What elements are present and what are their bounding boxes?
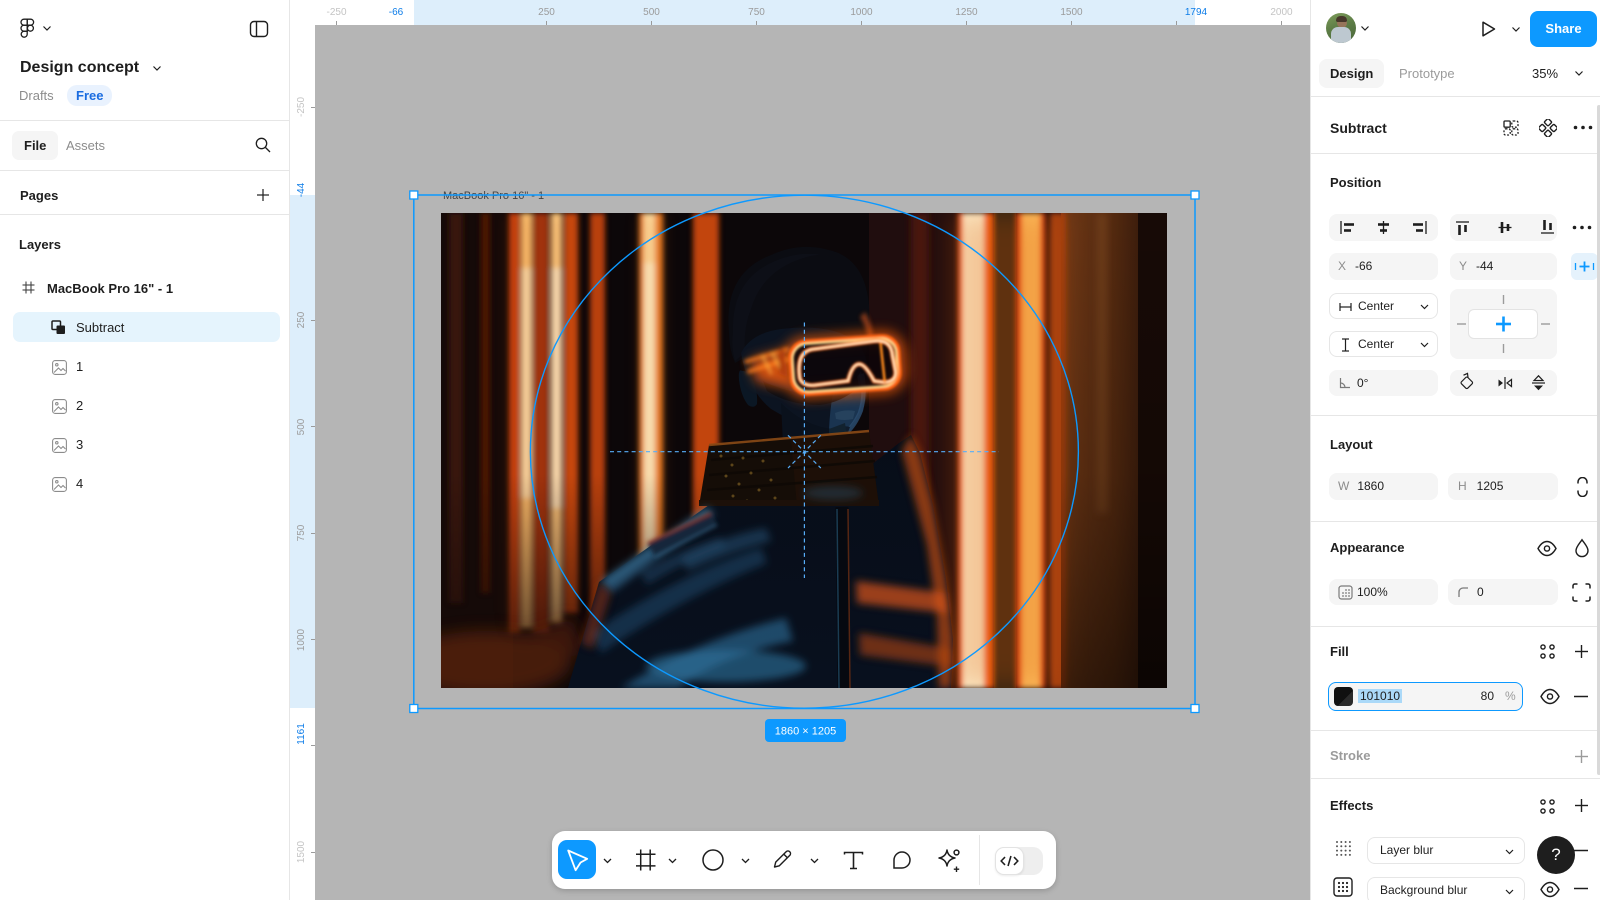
svg-text:750: 750 [748,7,765,18]
svg-text:2000: 2000 [1270,7,1293,18]
svg-text:-44: -44 [296,182,307,197]
svg-text:-250: -250 [326,7,346,18]
svg-text:250: 250 [296,311,307,328]
svg-text:500: 500 [643,7,660,18]
svg-text:-250: -250 [296,97,307,117]
svg-text:MacBook Pro 16" - 1: MacBook Pro 16" - 1 [443,190,544,202]
svg-text:250: 250 [538,7,555,18]
svg-text:750: 750 [296,524,307,541]
svg-text:1860 × 1205: 1860 × 1205 [775,726,836,738]
svg-text:-66: -66 [389,7,404,18]
svg-text:1250: 1250 [955,7,978,18]
svg-text:500: 500 [296,418,307,435]
svg-text:1000: 1000 [850,7,873,18]
svg-text:1794: 1794 [1185,7,1208,18]
svg-text:1161: 1161 [296,723,307,745]
svg-text:1000: 1000 [296,628,307,651]
svg-text:1500: 1500 [296,840,307,863]
svg-text:1500: 1500 [1060,7,1083,18]
